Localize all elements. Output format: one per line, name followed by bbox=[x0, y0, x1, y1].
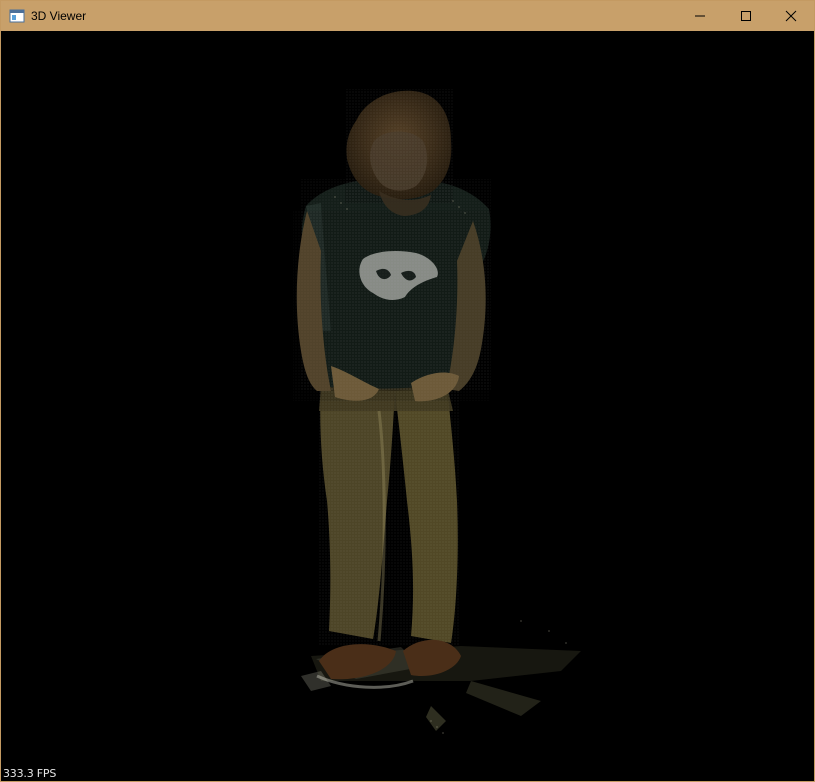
point-cloud bbox=[293, 89, 581, 734]
window-title: 3D Viewer bbox=[31, 9, 87, 23]
legs bbox=[319, 386, 459, 646]
maximize-icon bbox=[741, 11, 751, 21]
app-window-icon bbox=[9, 8, 25, 24]
arms bbox=[293, 211, 489, 402]
head bbox=[345, 89, 453, 216]
viewer-window: 3D Viewer 333.3 FPS bbox=[0, 0, 815, 782]
fps-readout: 333.3 FPS bbox=[3, 767, 57, 780]
minimize-icon bbox=[695, 15, 705, 17]
minimize-button[interactable] bbox=[677, 1, 723, 31]
close-icon bbox=[785, 10, 797, 22]
close-button[interactable] bbox=[768, 1, 814, 31]
maximize-button[interactable] bbox=[723, 1, 769, 31]
3d-viewport[interactable]: 333.3 FPS bbox=[1, 31, 814, 781]
title-bar[interactable]: 3D Viewer bbox=[1, 1, 814, 31]
